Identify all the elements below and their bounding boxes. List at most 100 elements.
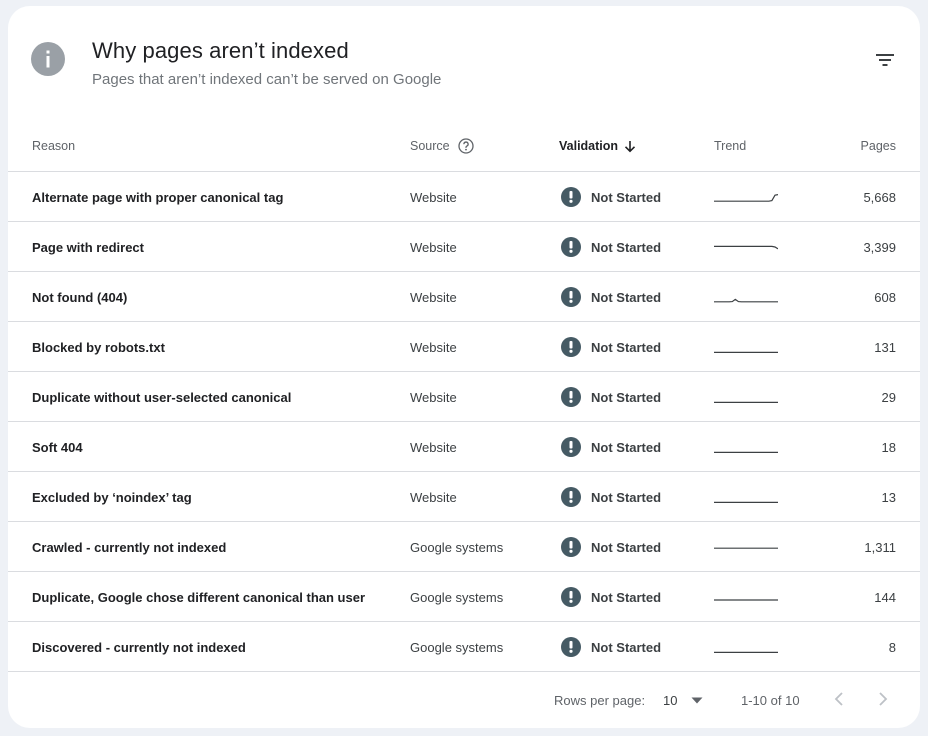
card-header: Why pages aren’t indexed Pages that aren… [8, 6, 920, 120]
column-header-source[interactable]: Source [410, 120, 474, 172]
validation-status: Not Started [591, 639, 662, 655]
source-cell: Website [410, 339, 457, 355]
table-row[interactable]: Soft 404 Website Not Started 18 [8, 422, 920, 472]
column-header-trend: Trend [714, 139, 747, 153]
reason-cell: Duplicate, Google chose different canoni… [32, 589, 366, 605]
reason-cell: Alternate page with proper canonical tag [32, 189, 284, 205]
reason-cell: Not found (404) [32, 289, 128, 305]
source-cell: Google systems [410, 539, 504, 555]
pages-count: 8 [888, 639, 896, 655]
source-cell: Google systems [410, 639, 504, 655]
table-row[interactable]: Discovered - currently not indexed Google… [8, 622, 920, 672]
page-title: Why pages aren’t indexed [92, 38, 349, 63]
filter-list-icon [875, 53, 895, 72]
source-cell: Website [410, 489, 457, 505]
source-cell: Website [410, 439, 457, 455]
table-row[interactable]: Excluded by ‘noindex’ tag Website Not Star… [8, 472, 920, 522]
arrow-down-icon [624, 140, 636, 153]
validation-cell: Not Started [561, 572, 661, 622]
pages-count: 29 [881, 389, 896, 405]
reason-cell: Blocked by robots.txt [32, 339, 165, 355]
reason-cell: Crawled - currently not indexed [32, 539, 227, 555]
rows-per-page-value: 10 [663, 692, 678, 708]
column-header-pages[interactable]: Pages [861, 120, 896, 172]
reason-cell: Page with redirect [32, 239, 144, 255]
validation-cell: Not Started [561, 222, 661, 272]
validation-status: Not Started [591, 189, 662, 205]
page-subtitle: Pages that aren’t indexed can’t be serve… [92, 71, 442, 88]
pages-count: 5,668 [863, 189, 896, 205]
validation-cell: Not Started [561, 322, 661, 372]
validation-cell: Not Started [561, 472, 661, 522]
exclamation-icon [561, 487, 581, 507]
trend-sparkline [714, 172, 778, 222]
pages-count: 3,399 [863, 239, 896, 255]
pagination-bar: Rows per page: 10 1-10 of 10 [8, 672, 920, 728]
validation-status: Not Started [591, 589, 662, 605]
next-page-button[interactable] [878, 672, 888, 728]
validation-status: Not Started [591, 339, 662, 355]
trend-sparkline [714, 572, 778, 622]
exclamation-icon [561, 287, 581, 307]
exclamation-icon [561, 587, 581, 607]
trend-sparkline [714, 322, 778, 372]
previous-page-button[interactable] [834, 672, 844, 728]
trend-line [714, 298, 778, 303]
exclamation-icon [561, 437, 581, 457]
exclamation-icon [561, 337, 581, 357]
pages-count: 144 [874, 589, 896, 605]
index-report-card: Why pages aren’t indexed Pages that aren… [8, 6, 920, 728]
pagination-range: 1-10 of 10 [741, 692, 800, 708]
table-row[interactable]: Duplicate, Google chose different canoni… [8, 572, 920, 622]
reason-cell: Discovered - currently not indexed [32, 639, 246, 655]
validation-status: Not Started [591, 389, 662, 405]
source-cell: Google systems [410, 589, 504, 605]
rows-per-page-select[interactable]: 10 [663, 672, 703, 728]
chevron-right-icon [878, 691, 888, 709]
table-row[interactable]: Duplicate without user-selected canonica… [8, 372, 920, 422]
trend-line [714, 245, 778, 250]
dropdown-arrow-icon [691, 697, 703, 704]
info-icon [31, 42, 65, 76]
pages-count: 131 [874, 339, 896, 355]
table-row[interactable]: Alternate page with proper canonical tag… [8, 172, 920, 222]
trend-sparkline [714, 522, 778, 572]
source-cell: Website [410, 389, 457, 405]
validation-status: Not Started [591, 439, 662, 455]
reason-cell: Soft 404 [32, 439, 83, 455]
exclamation-icon [561, 387, 581, 407]
trend-line [714, 194, 778, 202]
help-icon[interactable] [457, 138, 474, 154]
table-row[interactable]: Not found (404) Website Not Started 608 [8, 272, 920, 322]
column-header-validation-label: Validation [559, 139, 619, 153]
validation-cell: Not Started [561, 522, 661, 572]
source-cell: Website [410, 189, 457, 205]
trend-sparkline [714, 222, 778, 272]
exclamation-icon [561, 237, 581, 257]
validation-status: Not Started [591, 539, 662, 555]
table-row[interactable]: Crawled - currently not indexed Google sy… [8, 522, 920, 572]
source-cell: Website [410, 289, 457, 305]
table-row[interactable]: Page with redirect Website Not Started 3,39… [8, 222, 920, 272]
validation-status: Not Started [591, 489, 662, 505]
table-row[interactable]: Blocked by robots.txt Website Not Started 1… [8, 322, 920, 372]
validation-cell: Not Started [561, 622, 661, 672]
validation-cell: Not Started [561, 372, 661, 422]
reason-cell: Duplicate without user-selected canonica… [32, 389, 292, 405]
validation-cell: Not Started [561, 422, 661, 472]
table-body: Alternate page with proper canonical tag… [8, 172, 920, 672]
source-cell: Website [410, 239, 457, 255]
pages-count: 18 [881, 439, 896, 455]
column-header-validation[interactable]: Validation [559, 120, 636, 172]
trend-sparkline [714, 472, 778, 522]
exclamation-icon [561, 537, 581, 557]
validation-status: Not Started [591, 239, 662, 255]
chevron-left-icon [834, 691, 844, 709]
trend-sparkline [714, 372, 778, 422]
filter-button[interactable] [872, 50, 898, 74]
column-header-source-label: Source [410, 139, 450, 153]
pages-count: 608 [874, 289, 896, 305]
validation-cell: Not Started [561, 272, 661, 322]
exclamation-icon [561, 637, 581, 657]
column-header-reason[interactable]: Reason [32, 120, 75, 172]
